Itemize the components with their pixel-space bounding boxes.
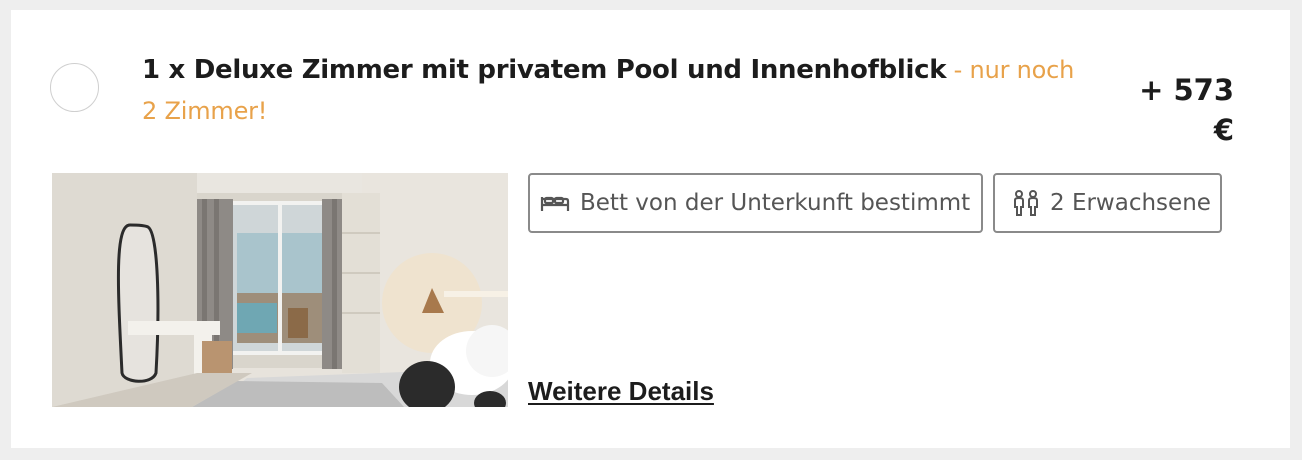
bed-icon — [540, 191, 570, 215]
room-select-radio[interactable] — [50, 63, 99, 112]
room-name: 1 x Deluxe Zimmer mit privatem Pool und … — [142, 55, 947, 85]
room-price: + 573 € — [1139, 73, 1234, 147]
bed-info-chip: Bett von der Unterkunft bestimmt — [528, 173, 983, 233]
guests-info-label: 2 Erwachsene — [1050, 190, 1211, 216]
bed-info-label: Bett von der Unterkunft bestimmt — [580, 190, 971, 216]
room-photo[interactable] — [52, 173, 508, 407]
room-title: 1 x Deluxe Zimmer mit privatem Pool und … — [142, 50, 1077, 132]
room-option-card: 1 x Deluxe Zimmer mit privatem Pool und … — [11, 10, 1290, 448]
two-persons-icon — [1012, 189, 1040, 217]
more-details-link[interactable]: Weitere Details — [528, 375, 714, 407]
guests-info-chip: 2 Erwachsene — [993, 173, 1222, 233]
